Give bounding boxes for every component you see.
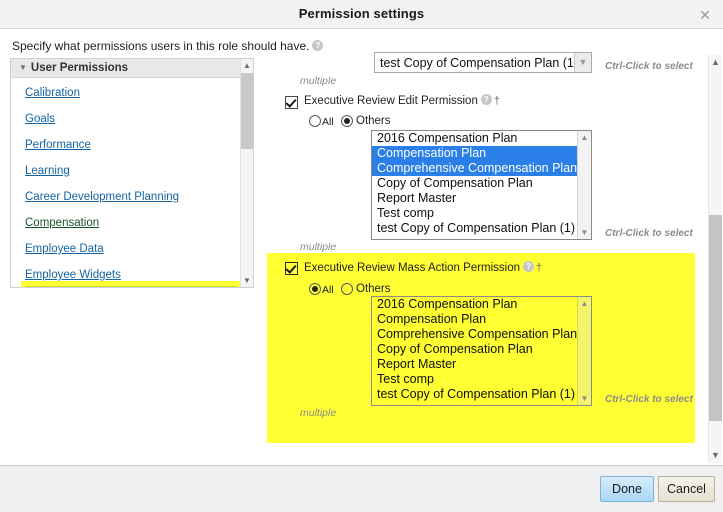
edit-permission-label-wrap: Executive Review Edit Permission? † — [304, 94, 500, 107]
help-icon[interactable]: ? — [523, 261, 535, 273]
dagger-icon: † — [493, 95, 500, 107]
sidebar-item-performance[interactable]: Performance — [25, 139, 91, 152]
permission-category-list: Calibration Goals Performance Learning C… — [11, 78, 240, 287]
dialog-title: Permission settings — [298, 6, 425, 21]
list-item[interactable]: 2016 Compensation Plan — [372, 297, 591, 312]
list-item[interactable]: Copy of Compensation Plan — [372, 176, 591, 191]
sidebar-item-employee-data[interactable]: Employee Data — [25, 243, 104, 256]
intro-text: Specify what permissions users in this r… — [12, 39, 324, 53]
dagger-icon: † — [536, 262, 543, 274]
permission-settings-dialog: Permission settings ✕ Specify what permi… — [0, 0, 723, 512]
intro-label: Specify what permissions users in this r… — [12, 39, 310, 53]
sidebar-item-calibration[interactable]: Calibration — [25, 87, 80, 100]
chevron-up-icon[interactable]: ▲ — [578, 131, 591, 144]
sidebar-item-goals[interactable]: Goals — [25, 113, 55, 126]
list-item[interactable]: Compensation Plan — [372, 312, 591, 327]
list-item[interactable]: Report Master — [372, 357, 591, 372]
list-item[interactable]: Comprehensive Compensation Plan — [372, 327, 591, 342]
edit-permission-radio-others-label: Others — [356, 115, 391, 127]
sidebar-item-learning[interactable]: Learning — [25, 165, 70, 178]
chevron-up-icon[interactable]: ▲ — [578, 297, 591, 310]
compensation-highlight-annotation — [21, 281, 240, 287]
edit-permission-checkbox[interactable] — [285, 96, 298, 109]
edit-permission-radio-all[interactable] — [309, 115, 321, 127]
user-permissions-panel: ▼ User Permissions Calibration Goals Perf… — [10, 58, 254, 288]
edit-permission-listbox-scrollbar[interactable]: ▲ ▼ — [577, 131, 591, 239]
dialog-header: Permission settings ✕ — [0, 0, 723, 29]
chevron-down-icon[interactable]: ▼ — [578, 226, 591, 239]
user-permissions-header[interactable]: ▼ User Permissions — [11, 59, 253, 78]
main-scrollbar-thumb[interactable] — [709, 215, 722, 421]
sidebar-scrollbar-thumb[interactable] — [241, 73, 253, 149]
help-icon[interactable]: ? — [480, 94, 492, 106]
chevron-down-icon: ▼ — [19, 63, 27, 72]
list-item[interactable]: test Copy of Compensation Plan (1) — [372, 387, 591, 402]
list-item[interactable]: Comprehensive Compensation Plan — [372, 161, 591, 176]
chevron-down-icon[interactable]: ▼ — [709, 448, 722, 463]
top-select-multiple-hint: multiple — [300, 75, 337, 87]
mass-action-radio-others-label: Others — [356, 283, 391, 295]
sidebar-scrollbar[interactable]: ▲ ▼ — [240, 59, 253, 287]
mass-action-listbox-scrollbar[interactable]: ▲ ▼ — [577, 297, 591, 405]
mass-action-permission-checkbox[interactable] — [285, 262, 298, 275]
edit-permission-listbox[interactable]: 2016 Compensation Plan Compensation Plan… — [371, 130, 592, 240]
edit-permission-multiple-hint: multiple — [300, 241, 337, 253]
main-scrollbar[interactable]: ▲ ▼ — [708, 55, 722, 463]
edit-permission-radio-others[interactable] — [341, 115, 353, 127]
chevron-up-icon[interactable]: ▲ — [709, 55, 722, 70]
mass-action-permission-label: Executive Review Mass Action Permission — [304, 262, 521, 274]
mass-action-radio-all-label: All — [322, 284, 334, 296]
chevron-down-icon[interactable]: ▼ — [574, 53, 591, 72]
chevron-down-icon[interactable]: ▼ — [241, 274, 253, 287]
list-item[interactable]: Copy of Compensation Plan — [372, 342, 591, 357]
compensation-highlight-fill — [26, 286, 236, 287]
edit-permission-ctrl-hint: Ctrl-Click to select — [605, 228, 693, 239]
list-item[interactable]: Report Master — [372, 191, 591, 206]
mass-action-ctrl-hint: Ctrl-Click to select — [605, 394, 693, 405]
mass-action-permission-label-wrap: Executive Review Mass Action Permission?… — [304, 261, 543, 274]
cancel-button[interactable]: Cancel — [658, 476, 715, 502]
top-plan-select[interactable]: test Copy of Compensation Plan (1) ▼ — [374, 52, 592, 73]
edit-permission-label: Executive Review Edit Permission — [304, 95, 478, 107]
list-item[interactable]: 2016 Compensation Plan — [372, 131, 591, 146]
user-permissions-header-label: User Permissions — [30, 62, 129, 74]
edit-permission-radio-all-label: All — [322, 116, 334, 128]
chevron-up-icon[interactable]: ▲ — [241, 59, 253, 72]
list-item[interactable]: Compensation Plan — [372, 146, 591, 161]
help-icon[interactable]: ? — [312, 40, 324, 52]
top-select-ctrl-hint: Ctrl-Click to select — [605, 61, 693, 72]
list-item[interactable]: Test comp — [372, 372, 591, 387]
list-item[interactable]: Test comp — [372, 206, 591, 221]
mass-action-radio-others[interactable] — [341, 283, 353, 295]
mass-action-multiple-hint: multiple — [300, 407, 337, 419]
chevron-down-icon[interactable]: ▼ — [578, 392, 591, 405]
sidebar-item-career-development-planning[interactable]: Career Development Planning — [25, 191, 179, 204]
sidebar-item-compensation[interactable]: Compensation — [25, 217, 99, 230]
mass-action-radio-all[interactable] — [309, 283, 321, 295]
list-item[interactable]: test Copy of Compensation Plan (1) — [372, 221, 591, 236]
top-plan-select-value: test Copy of Compensation Plan (1) — [380, 56, 579, 70]
close-icon[interactable]: ✕ — [696, 6, 714, 24]
mass-action-listbox[interactable]: 2016 Compensation Plan Compensation Plan… — [371, 296, 592, 406]
dialog-footer: Done Cancel — [0, 465, 723, 512]
done-button[interactable]: Done — [600, 476, 654, 502]
